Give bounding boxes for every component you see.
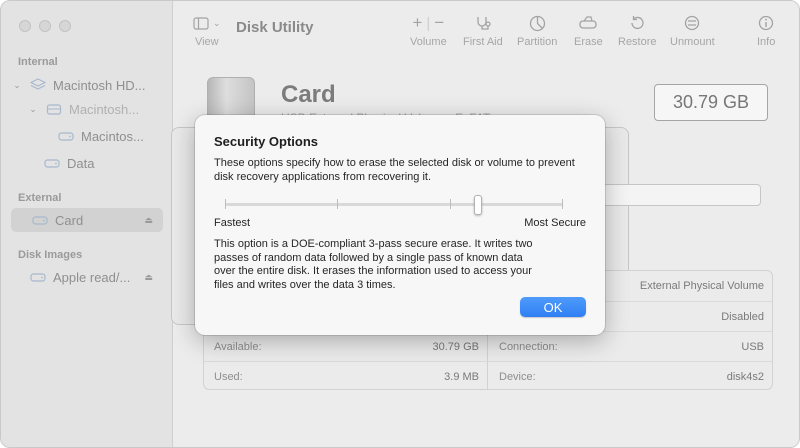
sidebar-item-apple-read[interactable]: Apple read/... ⏏ bbox=[11, 265, 163, 289]
info-row-device: Device: disk4s2 bbox=[489, 361, 772, 389]
erase-label: Erase bbox=[574, 36, 603, 48]
unmount-label: Unmount bbox=[670, 36, 715, 48]
sidebar-section-disk-images: Disk Images bbox=[18, 249, 83, 261]
unmount-button[interactable]: Unmount bbox=[670, 13, 715, 48]
info-connection-label: Connection: bbox=[499, 340, 558, 353]
security-options-dialog: Security Options These options specify h… bbox=[195, 115, 605, 335]
dialog-intro-text: These options specify how to erase the s… bbox=[214, 157, 575, 183]
sidebar-item-macintosh-container[interactable]: ⌄ Macintosh... bbox=[11, 97, 163, 121]
eject-icon[interactable]: ⏏ bbox=[144, 272, 153, 283]
sidebar-section-external: External bbox=[18, 192, 62, 204]
info-used-value: 3.9 MB bbox=[444, 370, 479, 383]
info-row-available: Available: 30.79 GB bbox=[204, 331, 489, 361]
info-row-used: Used: 3.9 MB bbox=[204, 361, 489, 389]
info-device-label: Device: bbox=[499, 370, 536, 383]
view-button[interactable]: ⌄ View bbox=[193, 13, 221, 48]
slider-tick bbox=[562, 199, 563, 209]
minimize-window-button[interactable] bbox=[39, 20, 51, 32]
slider-tick bbox=[337, 199, 338, 209]
pie-chart-icon bbox=[529, 13, 546, 33]
sidebar-item-label: Macintosh HD... bbox=[53, 77, 146, 93]
volume-button[interactable]: + | − Volume bbox=[410, 13, 447, 48]
sidebar-item-card[interactable]: Card ⏏ bbox=[11, 208, 163, 232]
info-label: Info bbox=[757, 36, 776, 48]
restore-label: Restore bbox=[618, 36, 657, 48]
stethoscope-icon bbox=[474, 13, 492, 33]
volume-icon bbox=[57, 128, 75, 144]
sidebar: Internal ⌄ Macintosh HD... ⌄ Macintosh..… bbox=[1, 1, 173, 447]
info-available-value: 30.79 GB bbox=[432, 340, 479, 353]
zoom-window-button[interactable] bbox=[59, 20, 71, 32]
volume-size: 30.79 GB bbox=[654, 84, 768, 121]
first-aid-label: First Aid bbox=[463, 36, 503, 48]
erase-drive-icon bbox=[578, 13, 598, 33]
erase-button[interactable]: Erase bbox=[574, 13, 603, 48]
restore-button[interactable]: Restore bbox=[618, 13, 657, 48]
sidebar-item-label: Data bbox=[67, 155, 95, 171]
unmount-icon bbox=[684, 13, 700, 33]
sidebar-item-label: Macintosh... bbox=[69, 101, 140, 117]
volume-label: Volume bbox=[410, 36, 447, 48]
app-title: Disk Utility bbox=[236, 19, 314, 36]
info-used-label: Used: bbox=[214, 370, 243, 383]
partition-button[interactable]: Partition bbox=[517, 13, 557, 48]
window-controls bbox=[19, 20, 71, 32]
toolbar: ⌄ View Disk Utility + | − Volume First Aid… bbox=[173, 1, 799, 57]
volume-icon bbox=[29, 269, 47, 285]
info-row-connection: Connection: USB bbox=[489, 331, 772, 361]
layers-icon bbox=[29, 77, 47, 93]
close-window-button[interactable] bbox=[19, 20, 31, 32]
slider-tick bbox=[225, 199, 226, 209]
dialog-description: This option is a DOE-compliant 3-pass se… bbox=[214, 238, 533, 291]
partition-label: Partition bbox=[517, 36, 558, 48]
disk-utility-window: Internal ⌄ Macintosh HD... ⌄ Macintosh..… bbox=[0, 0, 800, 448]
slider-min-label: Fastest bbox=[214, 217, 251, 229]
volume-icon bbox=[43, 155, 61, 171]
chevron-down-icon[interactable]: ⌄ bbox=[27, 104, 39, 115]
sidebar-item-label: Macintos... bbox=[81, 128, 144, 144]
container-icon bbox=[45, 101, 63, 117]
volume-icon bbox=[31, 212, 49, 228]
restore-arrow-icon bbox=[629, 13, 645, 33]
info-type-value: External Physical Volume bbox=[639, 280, 764, 292]
info-icon bbox=[758, 13, 774, 33]
view-label: View bbox=[194, 36, 219, 48]
sidebar-item-macintosh-volume[interactable]: Macintos... bbox=[11, 124, 163, 148]
chevron-down-icon[interactable]: ⌄ bbox=[11, 80, 23, 91]
first-aid-button[interactable]: First Aid bbox=[463, 13, 503, 48]
info-connection-value: USB bbox=[741, 340, 764, 353]
info-button[interactable]: Info bbox=[757, 13, 775, 48]
slider-tick bbox=[450, 199, 451, 209]
sidebar-item-macintosh-hd[interactable]: ⌄ Macintosh HD... bbox=[11, 73, 163, 97]
slider-track[interactable] bbox=[225, 203, 563, 206]
sidebar-item-label: Card bbox=[55, 212, 84, 228]
sidebar-item-label: Apple read/... bbox=[53, 269, 131, 285]
security-level-slider[interactable] bbox=[225, 195, 563, 215]
sidebar-item-data[interactable]: Data bbox=[11, 151, 163, 175]
info-device-value: disk4s2 bbox=[726, 370, 764, 383]
slider-max-label: Most Secure bbox=[524, 217, 586, 229]
info-available-label: Available: bbox=[214, 340, 262, 353]
dialog-title: Security Options bbox=[214, 134, 319, 149]
sidebar-section-internal: Internal bbox=[18, 56, 58, 68]
info-status-value: Disabled bbox=[721, 310, 764, 323]
volume-name: Card bbox=[281, 81, 336, 108]
slider-knob[interactable] bbox=[473, 195, 482, 215]
plus-minus-icon: + | − bbox=[412, 13, 445, 32]
eject-icon[interactable]: ⏏ bbox=[144, 215, 153, 226]
sidebar-toggle-icon: ⌄ bbox=[193, 13, 221, 33]
ok-button[interactable]: OK bbox=[520, 297, 586, 317]
